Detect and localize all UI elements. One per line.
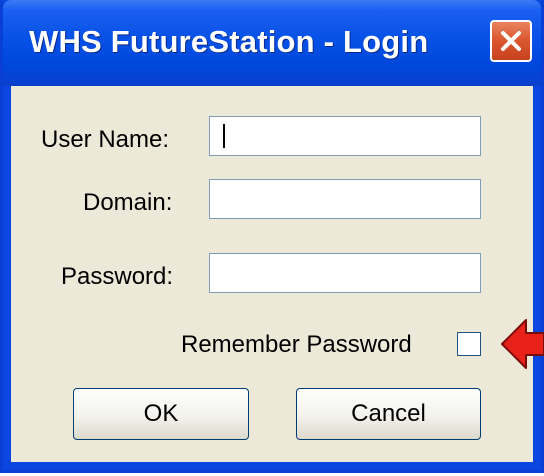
red-arrow-icon [501, 319, 544, 369]
username-input[interactable] [209, 116, 481, 156]
title-bar[interactable]: WHS FutureStation - Login [3, 0, 541, 86]
username-label: User Name: [41, 126, 170, 153]
text-caret [223, 124, 225, 148]
cancel-button[interactable]: Cancel [296, 388, 481, 440]
password-input[interactable] [209, 253, 481, 293]
remember-password-label[interactable]: Remember Password [181, 331, 412, 359]
password-label: Password: [61, 263, 174, 290]
ok-button[interactable]: OK [73, 388, 249, 440]
login-dialog: WHS FutureStation - Login User Name: Dom… [0, 0, 544, 473]
domain-input[interactable] [209, 179, 481, 219]
close-button[interactable] [490, 20, 532, 62]
window-title: WHS FutureStation - Login [29, 24, 429, 59]
dialog-body: User Name: Domain: Password: Remember Pa… [11, 86, 533, 462]
remember-password-checkbox[interactable] [457, 332, 481, 356]
domain-label: Domain: [83, 189, 173, 216]
close-icon [501, 31, 521, 51]
